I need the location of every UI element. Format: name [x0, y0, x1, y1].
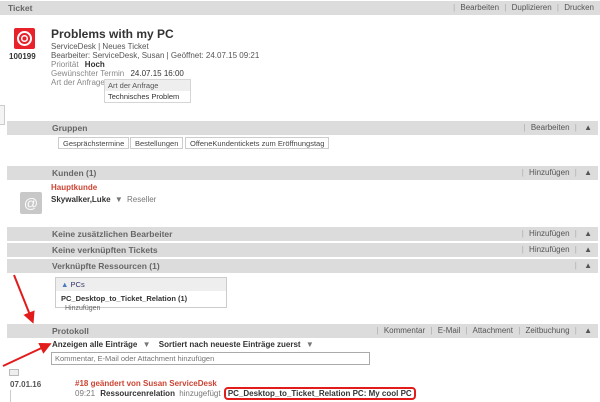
protocol-comment-button[interactable]: Kommentar — [384, 326, 425, 335]
collapse-chevron-icon[interactable]: ▲ — [584, 326, 592, 335]
protocol-attachment-button[interactable]: Attachment — [472, 326, 512, 335]
scroll-tab-icon[interactable] — [9, 369, 19, 376]
protocol-title: Protokoll — [52, 326, 89, 336]
comment-input[interactable] — [51, 352, 370, 365]
entry-date: 07.01.16 — [10, 380, 42, 389]
protocol-actions: | Kommentar | E-Mail | Attachment | Zeit… — [376, 326, 593, 335]
protocol-email-button[interactable]: E-Mail — [438, 326, 461, 335]
sort-dropdown[interactable]: Sortiert nach neueste Einträge zuerst — [159, 340, 301, 349]
protocol-filter-row: Anzeigen alle Einträge ▼ Sortiert nach n… — [52, 340, 314, 349]
filter-dropdown[interactable]: Anzeigen alle Einträge — [52, 340, 137, 349]
entry-verb: hinzugefügt — [179, 389, 221, 398]
entry-detail-row: 09:21 Ressourcenrelation hinzugefügt PC_… — [75, 387, 416, 400]
entry-field: Ressourcenrelation — [100, 389, 175, 398]
entry-value: PC_Desktop_to_Ticket_Relation PC: My coo… — [223, 387, 416, 400]
protocol-timebooking-button[interactable]: Zeitbuchung — [526, 326, 570, 335]
entry-time: 09:21 — [75, 389, 96, 398]
entry-title: #18 geändert von Susan ServiceDesk — [75, 379, 217, 388]
chevron-down-icon[interactable]: ▼ — [306, 340, 314, 349]
timeline-line — [10, 390, 11, 402]
chevron-down-icon[interactable]: ▼ — [143, 340, 151, 349]
protocol-bar: Protokoll | Kommentar | E-Mail | Attachm… — [7, 324, 598, 338]
